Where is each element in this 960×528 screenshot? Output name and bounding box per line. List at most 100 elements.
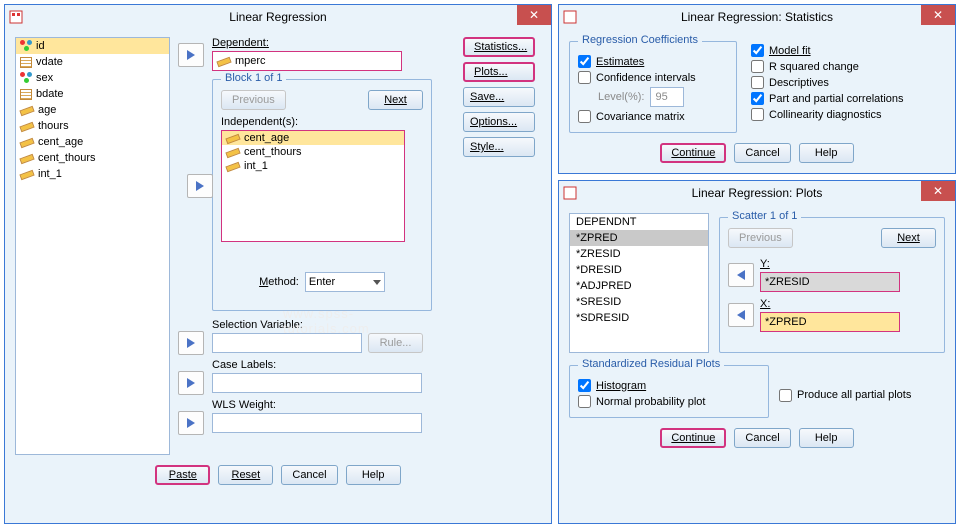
variable-item[interactable]: vdate <box>16 54 169 70</box>
date-icon <box>20 89 32 100</box>
cancel-button[interactable]: Cancel <box>281 465 337 485</box>
dialog-title: Linear Regression <box>229 10 326 24</box>
app-icon <box>563 10 577 24</box>
plot-list-item[interactable]: *DRESID <box>570 262 708 278</box>
move-wls-button[interactable] <box>178 411 204 435</box>
move-y-button[interactable] <box>728 263 754 287</box>
descriptives-checkbox[interactable]: Descriptives <box>751 76 904 89</box>
close-icon[interactable]: ✕ <box>517 5 551 25</box>
plot-list-item[interactable]: DEPENDNT <box>570 214 708 230</box>
move-independent-button[interactable] <box>187 174 213 198</box>
y-input[interactable]: *ZRESID <box>760 272 900 292</box>
app-icon <box>563 186 577 200</box>
paste-button[interactable]: Paste <box>155 465 210 485</box>
style-button[interactable]: Style... <box>463 137 535 157</box>
plots-dialog: Linear Regression: Plots ✕ DEPENDNT*ZPRE… <box>558 180 956 524</box>
plot-list-item[interactable]: *SDRESID <box>570 310 708 326</box>
plots-button[interactable]: Plots... <box>463 62 535 82</box>
plot-list-item[interactable]: *SRESID <box>570 294 708 310</box>
variable-item[interactable]: cent_thours <box>16 150 169 166</box>
dependent-label: Dependent: <box>212 37 455 49</box>
part-partial-checkbox[interactable]: Part and partial correlations <box>751 92 904 105</box>
nominal-icon <box>20 72 32 84</box>
move-dependent-button[interactable] <box>178 43 204 67</box>
model-fit-checkbox[interactable]: Model fit <box>751 44 904 57</box>
statistics-button[interactable]: Statistics... <box>463 37 535 57</box>
next-button[interactable]: Next <box>881 228 936 248</box>
cancel-button[interactable]: Cancel <box>734 143 790 163</box>
statistics-dialog: Linear Regression: Statistics ✕ Regressi… <box>558 4 956 174</box>
histogram-checkbox[interactable]: Histogram <box>578 379 760 392</box>
plot-list-item[interactable]: *ZPRED <box>570 230 708 246</box>
case-labels-input[interactable] <box>212 373 422 393</box>
app-icon <box>9 10 23 24</box>
covariance-checkbox[interactable]: Covariance matrix <box>578 110 728 123</box>
normal-prob-checkbox[interactable]: Normal probability plot <box>578 395 760 408</box>
options-button[interactable]: Options... <box>463 112 535 132</box>
previous-button: Previous <box>728 228 793 248</box>
help-button[interactable]: Help <box>346 465 401 485</box>
scatter-group: Scatter 1 of 1 Previous Next Y: *ZRESID … <box>719 217 945 353</box>
previous-button: Previous <box>221 90 286 110</box>
titlebar: Linear Regression: Plots ✕ <box>559 181 955 205</box>
dialog-title: Linear Regression: Statistics <box>681 10 833 24</box>
collinearity-checkbox[interactable]: Collinearity diagnostics <box>751 108 904 121</box>
plot-list-item[interactable]: *ZRESID <box>570 246 708 262</box>
r-squared-checkbox[interactable]: R squared change <box>751 60 904 73</box>
nominal-icon <box>20 40 32 52</box>
selection-var-label: Selection Variable: <box>212 319 455 331</box>
independents-list[interactable]: cent_agecent_thoursint_1 <box>221 130 405 242</box>
level-input: 95 <box>650 87 684 107</box>
rule-button: Rule... <box>368 333 423 353</box>
reset-button[interactable]: Reset <box>218 465 273 485</box>
scale-icon <box>19 106 34 116</box>
variable-item[interactable]: sex <box>16 70 169 86</box>
scale-icon <box>19 170 34 180</box>
partial-plots-checkbox[interactable]: Produce all partial plots <box>779 375 911 415</box>
variable-item[interactable]: id <box>16 38 169 54</box>
estimates-checkbox[interactable]: Estimates <box>578 55 728 68</box>
next-button[interactable]: Next <box>368 90 423 110</box>
help-button[interactable]: Help <box>799 143 854 163</box>
scale-icon <box>216 57 231 67</box>
variable-item[interactable]: int_1 <box>16 166 169 182</box>
move-x-button[interactable] <box>728 303 754 327</box>
variable-list[interactable]: idvdatesexbdateagethourscent_agecent_tho… <box>15 37 170 455</box>
selection-var-input[interactable] <box>212 333 362 353</box>
x-input[interactable]: *ZPRED <box>760 312 900 332</box>
help-button[interactable]: Help <box>799 428 854 448</box>
plot-variable-list[interactable]: DEPENDNT*ZPRED*ZRESID*DRESID*ADJPRED*SRE… <box>569 213 709 353</box>
independents-label: Independent(s): <box>221 116 423 128</box>
titlebar: Linear Regression ✕ <box>5 5 551 29</box>
date-icon <box>20 57 32 68</box>
titlebar: Linear Regression: Statistics ✕ <box>559 5 955 29</box>
case-labels-label: Case Labels: <box>212 359 455 371</box>
plot-list-item[interactable]: *ADJPRED <box>570 278 708 294</box>
block-group: Block 1 of 1 Previous Next Independent(s… <box>212 79 432 311</box>
continue-button[interactable]: Continue <box>660 143 726 163</box>
close-icon[interactable]: ✕ <box>921 5 955 25</box>
close-icon[interactable]: ✕ <box>921 181 955 201</box>
variable-item[interactable]: thours <box>16 118 169 134</box>
dependent-input[interactable]: mperc <box>212 51 402 71</box>
confidence-intervals-checkbox[interactable]: Confidence intervals <box>578 71 728 84</box>
scale-icon <box>19 138 34 148</box>
variable-item[interactable]: age <box>16 102 169 118</box>
cancel-button[interactable]: Cancel <box>734 428 790 448</box>
move-caselabel-button[interactable] <box>178 371 204 395</box>
wls-label: WLS Weight: <box>212 399 455 411</box>
regression-coefficients-group: Regression Coefficients Estimates Confid… <box>569 41 737 133</box>
continue-button[interactable]: Continue <box>660 428 726 448</box>
linear-regression-dialog: Linear Regression ✕ idvdatesexbdateageth… <box>4 4 552 524</box>
variable-item[interactable]: cent_age <box>16 134 169 150</box>
method-select[interactable]: Enter <box>305 272 385 292</box>
y-label: Y: <box>760 258 936 270</box>
variable-item[interactable]: bdate <box>16 86 169 102</box>
move-selection-button[interactable] <box>178 331 204 355</box>
x-label: X: <box>760 298 936 310</box>
save-button[interactable]: Save... <box>463 87 535 107</box>
std-residual-plots-group: Standardized Residual Plots Histogram No… <box>569 365 769 418</box>
method-label: Method: <box>259 276 299 288</box>
wls-input[interactable] <box>212 413 422 433</box>
scale-icon <box>19 154 34 164</box>
